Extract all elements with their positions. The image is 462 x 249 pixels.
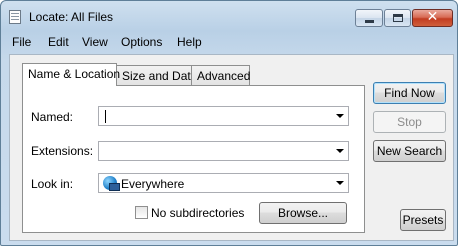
no-subdirectories-checkbox[interactable] <box>135 206 148 219</box>
menu-edit[interactable]: Edit <box>48 35 69 49</box>
menu-view[interactable]: View <box>82 35 108 49</box>
minimize-button[interactable] <box>355 9 383 27</box>
close-button[interactable]: ✕ <box>412 9 453 27</box>
globe-computer-icon <box>103 176 120 191</box>
locate-window: Locate: All Files ✕ File Edit View Optio… <box>0 0 458 246</box>
menu-bar: File Edit View Options Help <box>5 32 455 52</box>
look-in-value: Everywhere <box>121 177 185 191</box>
document-icon <box>9 10 21 24</box>
close-icon: ✕ <box>426 9 439 25</box>
new-search-button[interactable]: New Search <box>373 140 446 162</box>
look-in-combobox[interactable]: Everywhere <box>98 173 349 193</box>
named-label: Named: <box>31 110 74 124</box>
minimize-icon <box>365 20 374 23</box>
menu-file[interactable]: File <box>12 35 31 49</box>
find-now-button[interactable]: Find Now <box>373 82 446 104</box>
chevron-down-icon[interactable] <box>336 149 344 153</box>
title-bar[interactable]: Locate: All Files ✕ <box>1 1 457 32</box>
dialog-body: Name & Location Size and Date Advanced N… <box>9 54 454 241</box>
tab-name-location[interactable]: Name & Location <box>22 63 120 86</box>
chevron-down-icon[interactable] <box>336 114 344 118</box>
browse-button[interactable]: Browse... <box>259 202 347 224</box>
text-caret <box>105 110 106 123</box>
maximize-button[interactable] <box>384 9 411 27</box>
maximize-icon <box>393 14 403 22</box>
look-in-label: Look in: <box>31 177 74 191</box>
no-subdirectories-label[interactable]: No subdirectories <box>151 206 244 220</box>
stop-button[interactable]: Stop <box>373 111 446 133</box>
menu-options[interactable]: Options <box>121 35 162 49</box>
window-title: Locate: All Files <box>29 10 114 24</box>
named-combobox[interactable] <box>98 106 349 126</box>
tab-size-date[interactable]: Size and Date <box>116 65 197 85</box>
presets-button[interactable]: Presets <box>400 209 446 231</box>
extensions-combobox[interactable] <box>98 141 349 161</box>
tab-advanced[interactable]: Advanced <box>191 65 250 85</box>
extensions-label: Extensions: <box>31 144 94 158</box>
menu-help[interactable]: Help <box>177 35 202 49</box>
chevron-down-icon[interactable] <box>336 181 344 185</box>
